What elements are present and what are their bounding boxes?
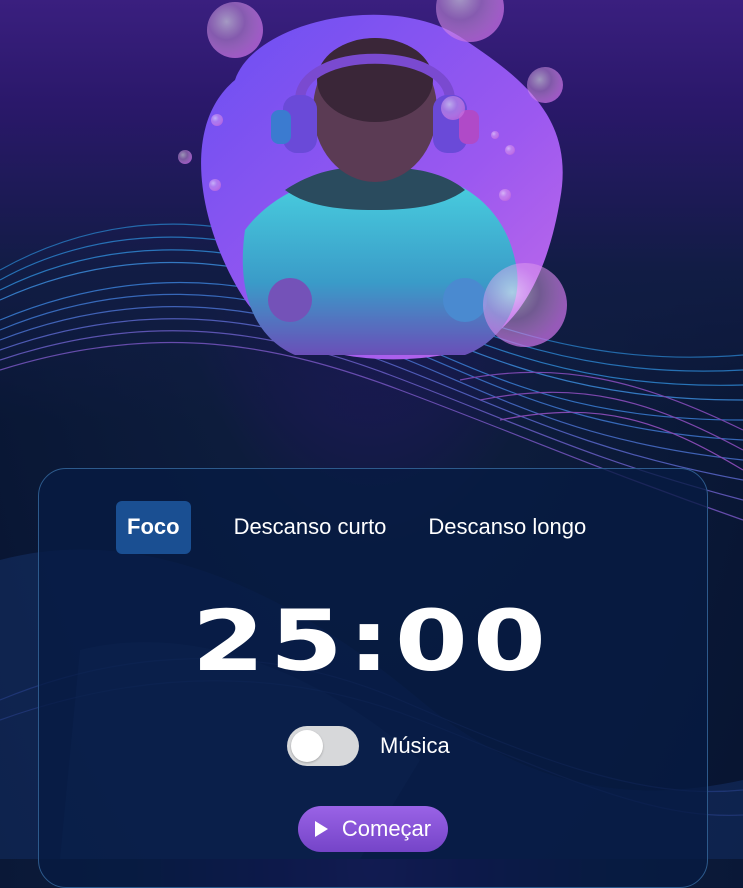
music-row: Música	[287, 726, 450, 766]
mode-tabs: Foco Descanso curto Descanso longo	[116, 500, 601, 554]
hero-illustration	[178, 0, 567, 360]
start-button[interactable]: Começar	[298, 806, 448, 852]
timer-display: 25:00	[191, 592, 551, 690]
tab-descanso-longo[interactable]: Descanso longo	[413, 501, 601, 554]
tab-foco[interactable]: Foco	[116, 500, 191, 554]
tab-descanso-curto[interactable]: Descanso curto	[219, 501, 402, 554]
toggle-knob	[291, 730, 323, 762]
play-icon	[314, 821, 328, 837]
music-label: Música	[380, 733, 450, 758]
music-toggle[interactable]	[287, 726, 359, 766]
start-button-label: Começar	[341, 816, 432, 841]
